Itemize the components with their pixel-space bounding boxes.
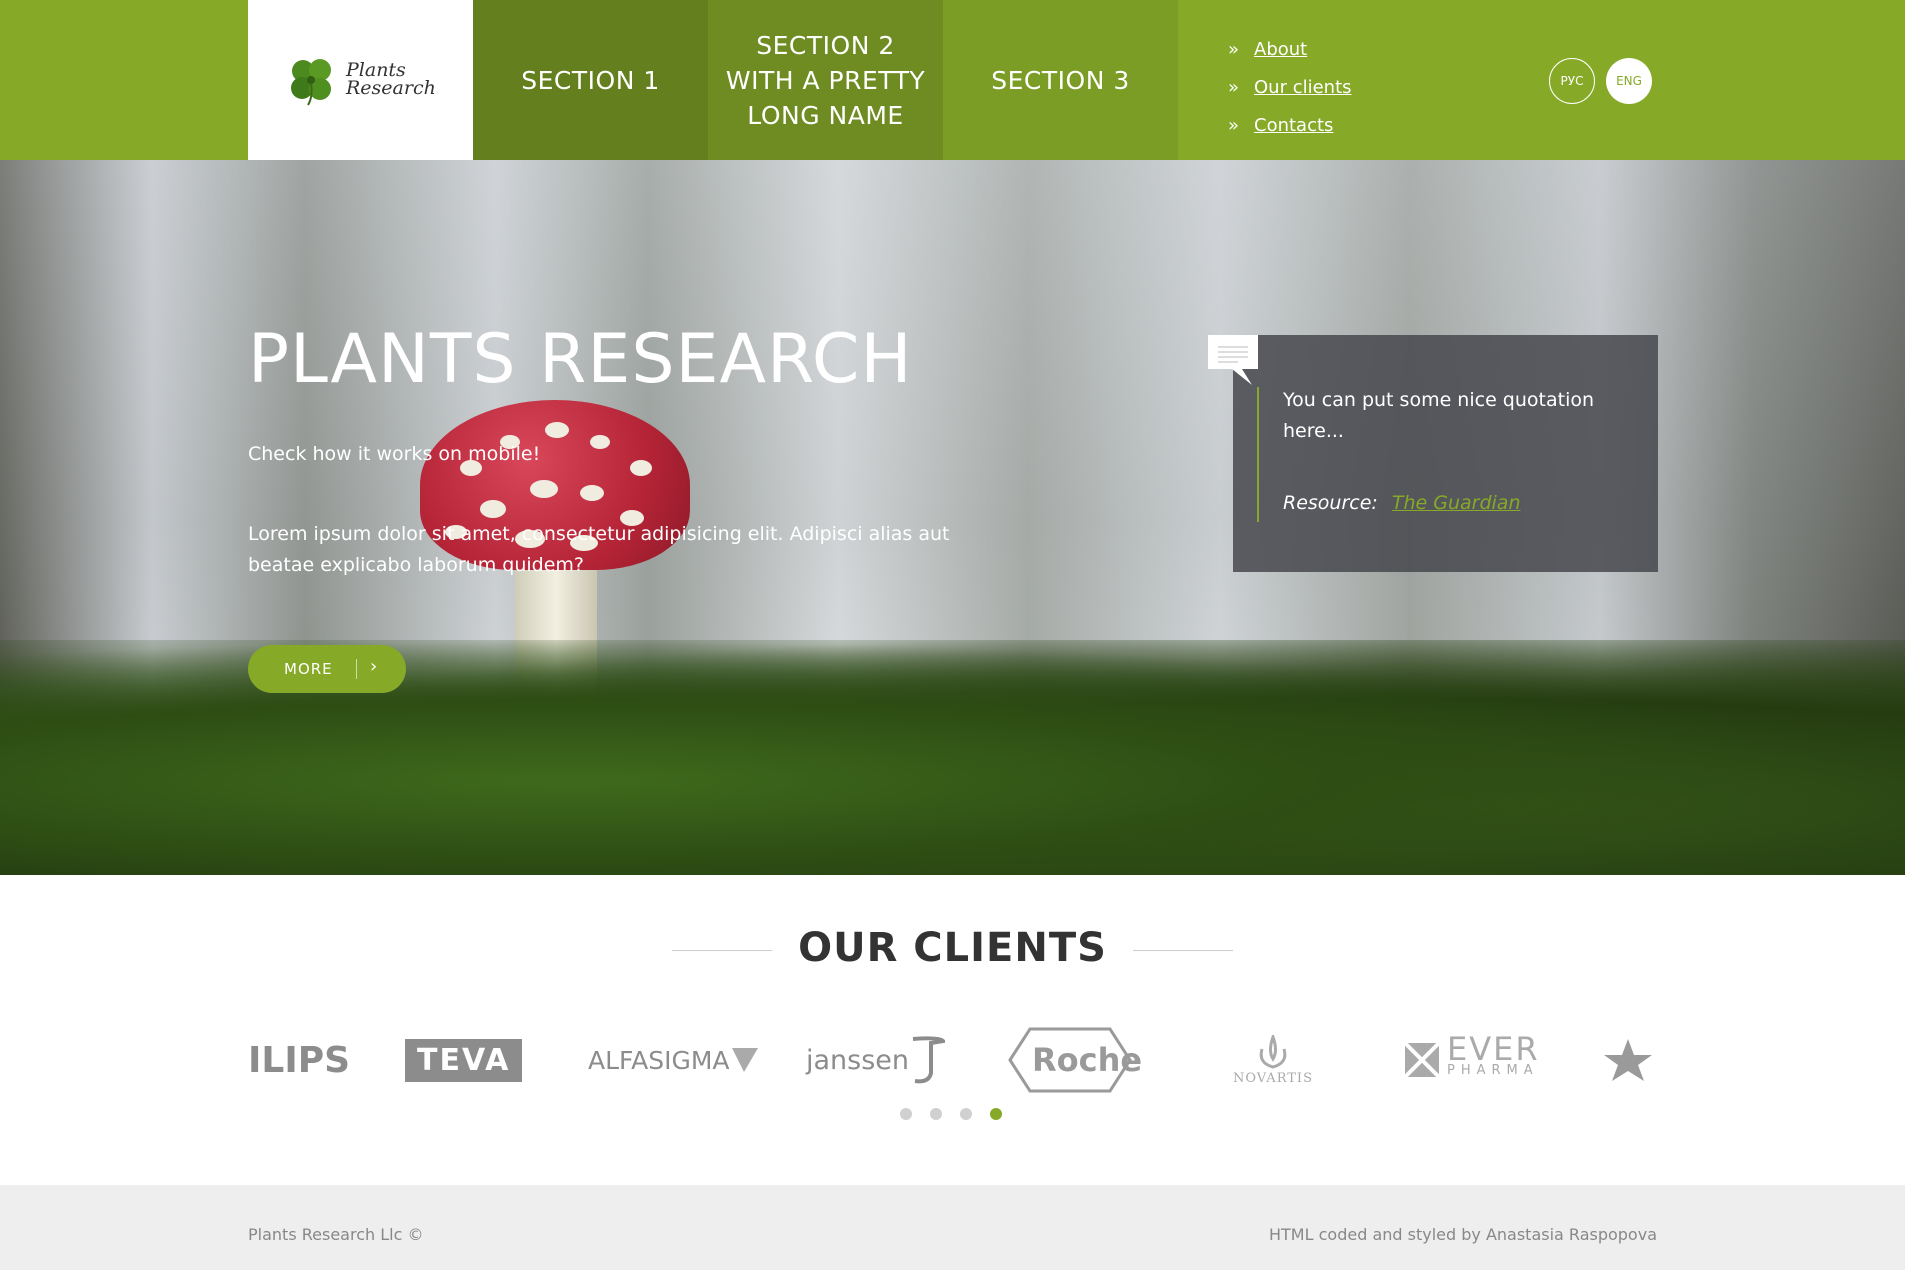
hero-subtitle: Check how it works on mobile! [248, 443, 541, 465]
carousel-pagination [900, 1108, 1020, 1120]
roche-logo-text: Roche [1032, 1041, 1143, 1079]
client-logo-teva[interactable]: TEVA [405, 1020, 523, 1100]
our-clients-link[interactable]: Our clients [1254, 77, 1352, 98]
more-button[interactable]: MORE › [248, 645, 406, 693]
logo-line-2: Research [346, 77, 436, 99]
quote-box: You can put some nice quotation here... … [1233, 335, 1658, 572]
footer-credits: HTML coded and styled by Anastasia Raspo… [1269, 1225, 1657, 1244]
about-link[interactable]: About [1254, 39, 1307, 60]
carousel-dot-1[interactable] [900, 1108, 912, 1120]
client-logo-star[interactable] [1598, 1020, 1658, 1100]
client-logo-ever-pharma[interactable]: EVER PHARMA [1403, 1020, 1540, 1100]
secondary-nav-item: » Contacts [1228, 106, 1352, 144]
client-logo-philips[interactable]: ILIPS [248, 1020, 350, 1100]
clover-logo-icon [291, 59, 331, 106]
novartis-logo-text: NOVARTIS [1233, 1070, 1313, 1086]
carousel-dot-2[interactable] [930, 1108, 942, 1120]
clients-title-rule-right [1133, 950, 1233, 951]
hero-banner: PLANTS RESEARCH Check how it works on mo… [0, 160, 1905, 875]
site-footer: Plants Research Llc © HTML coded and sty… [0, 1185, 1905, 1270]
ever-logo-text: EVER [1447, 1030, 1540, 1068]
language-ru-button[interactable]: РУС [1549, 58, 1595, 104]
ever-pharma-mark-icon [1403, 1041, 1441, 1079]
logo-text: Plants Research [346, 61, 436, 99]
teva-logo-text: TEVA [405, 1038, 523, 1082]
quote-accent-line [1257, 387, 1259, 522]
language-en-button[interactable]: ENG [1606, 58, 1652, 104]
carousel-dot-4-active[interactable] [990, 1108, 1002, 1120]
quote-resource-link[interactable]: The Guardian [1392, 492, 1521, 514]
nav-section-1-label: SECTION 1 [521, 65, 660, 95]
speech-bubble-icon [1208, 335, 1258, 385]
secondary-nav-item: » Our clients [1228, 68, 1352, 106]
ever-pharma-text: EVER PHARMA [1447, 1030, 1540, 1082]
hero-title: PLANTS RESEARCH [248, 320, 913, 399]
janssen-logo-text: janssen [806, 1044, 910, 1076]
secondary-nav: » About » Our clients » Contacts [1228, 30, 1352, 144]
quote-resource: Resource: The Guardian [1283, 492, 1520, 514]
client-logo-alfasigma[interactable]: ALFASIGMA [588, 1020, 760, 1100]
carousel-dot-3[interactable] [960, 1108, 972, 1120]
clients-title: OUR CLIENTS [798, 925, 1107, 971]
pharma-logo-text: PHARMA [1447, 1063, 1539, 1078]
raquo-icon: » [1228, 38, 1240, 60]
site-logo[interactable]: Plants Research [248, 0, 473, 160]
alfasigma-mark-icon [731, 1048, 758, 1072]
more-button-divider [356, 659, 357, 679]
client-logo-roche[interactable]: Roche [1008, 1020, 1142, 1100]
clients-carousel: ILIPS TEVA ALFASIGMA janssen Roche NOVAR… [248, 1020, 1658, 1100]
contacts-link[interactable]: Contacts [1254, 115, 1333, 136]
janssen-mark-icon [912, 1036, 946, 1084]
chevron-right-icon: › [370, 656, 378, 677]
secondary-nav-item: » About [1228, 30, 1352, 68]
raquo-icon: » [1228, 76, 1240, 98]
alfasigma-logo-text: ALFASIGMA [588, 1045, 730, 1075]
novartis-flame-icon [1259, 1034, 1287, 1069]
nav-section-3-label: SECTION 3 [991, 65, 1130, 95]
client-logo-novartis[interactable]: NOVARTIS [1233, 1020, 1313, 1100]
hero-body-text: Lorem ipsum dolor sit amet, consectetur … [248, 523, 950, 576]
client-logo-janssen[interactable]: janssen [806, 1020, 946, 1100]
site-header: Plants Research SECTION 1 SECTION 2 WITH… [0, 0, 1905, 160]
nav-section-2-label: SECTION 2 WITH A PRETTY LONG NAME [725, 30, 926, 130]
quote-text: You can put some nice quotation here... [1283, 389, 1595, 442]
raquo-icon: » [1228, 114, 1240, 136]
more-button-label: MORE [284, 660, 333, 678]
nav-section-2[interactable]: SECTION 2 WITH A PRETTY LONG NAME [708, 0, 943, 160]
nav-section-3[interactable]: SECTION 3 [943, 0, 1178, 160]
star-logo-icon [1604, 1039, 1652, 1081]
nav-section-1[interactable]: SECTION 1 [473, 0, 708, 160]
quote-resource-label: Resource: [1283, 492, 1378, 514]
footer-copyright: Plants Research Llc © [248, 1225, 424, 1244]
